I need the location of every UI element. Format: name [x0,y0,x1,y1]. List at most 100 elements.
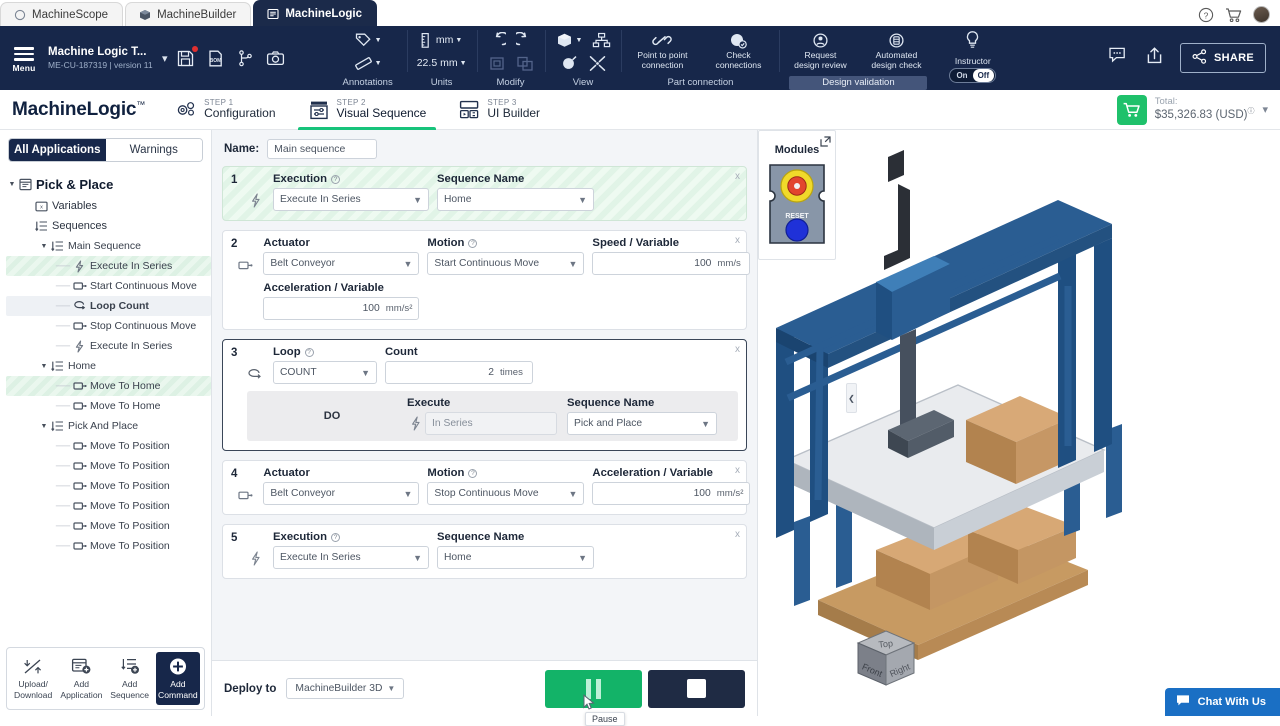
tree-item-pick-place[interactable]: ▼ Pick & Place [6,172,211,196]
help-icon[interactable]: ? [331,174,340,184]
field-select[interactable]: Belt Conveyor ▼ [263,482,420,505]
tree-item-execute-in-series[interactable]: ── Execute In Series [6,256,211,276]
toggle-on-label[interactable]: On [951,69,972,82]
field-select[interactable]: Execute In Series ▼ [273,188,429,211]
tree-item-execute-in-series[interactable]: ── Execute In Series [6,336,211,356]
help-icon[interactable]: ? [331,532,340,542]
tree-item-move-to-position[interactable]: ── Move To Position [6,516,211,536]
sidebar-tool-add-command[interactable]: Add Command [155,652,200,705]
panel-collapse-handle[interactable]: ❮ [846,383,857,413]
ungroup-icon[interactable] [516,52,534,74]
comment-icon[interactable] [1108,46,1129,70]
annotation-tag-icon[interactable]: ▼ [354,29,382,51]
field-select[interactable]: Start Continuous Move ▼ [427,252,585,275]
check-connections-button[interactable]: Check connections [707,32,769,71]
sidebar-tool-add-sequence[interactable]: Add Sequence [108,652,152,705]
bom-icon[interactable]: BOM [206,49,225,68]
tree-item-stop-continuous-move[interactable]: ── Stop Continuous Move [6,316,211,336]
tree-item-move-to-position[interactable]: ── Move To Position [6,496,211,516]
tab-step-visual-sequence[interactable]: STEP 2 Visual Sequence [292,90,443,130]
measure-ruler-icon[interactable]: ▼ [354,52,382,74]
tab-all-applications[interactable]: All Applications [9,139,106,161]
redo-icon[interactable] [515,29,535,51]
field-number-input[interactable]: 100 mm/s² [263,297,420,320]
project-info[interactable]: Machine Logic T... ME-CU-187319 | versio… [48,26,158,90]
chevron-down-icon[interactable]: ▼ [38,423,50,430]
tree-item-start-continuous-move[interactable]: ── Start Continuous Move [6,276,211,296]
chevron-down-icon[interactable]: ▼ [6,181,18,188]
chevron-down-icon[interactable]: ▾ [158,26,174,90]
user-avatar[interactable] [1253,6,1270,23]
command-block-execution[interactable]: x 5 Execution? Execute In Series ▼ Sequence N… [222,524,747,579]
field-select[interactable]: Home ▼ [437,188,594,211]
chat-with-us-button[interactable]: Chat With Us [1164,688,1280,716]
remove-block-button[interactable]: x [735,465,740,476]
command-block-actuator[interactable]: x 4 Actuator Belt Conveyor ▼ Motion? Stop Cont… [222,460,751,515]
tree-item-home[interactable]: ▼ Home [6,356,211,376]
tree-item-loop-count[interactable]: ── Loop Count [6,296,211,316]
tab-machinescope[interactable]: MachineScope [0,2,124,26]
command-block-actuator[interactable]: x 2 Actuator Belt Conveyor ▼ Motion? Start Con… [222,230,751,330]
expand-icon[interactable] [820,134,831,152]
field-select[interactable]: Stop Continuous Move ▼ [427,482,585,505]
tab-machinebuilder[interactable]: MachineBuilder [125,2,252,26]
field-number-input[interactable]: 2 times [385,361,533,384]
tree-item-move-to-position[interactable]: ── Move To Position [6,536,211,556]
tree-item-pick-and-place[interactable]: ▼ Pick And Place [6,416,211,436]
help-icon[interactable]: ? [468,468,478,478]
request-design-review-button[interactable]: Request design review [789,32,851,71]
help-icon[interactable]: ? [304,347,314,357]
sidebar-tool-add-application[interactable]: Add Application [59,652,103,705]
info-icon[interactable]: ⓘ [1247,108,1254,115]
remove-block-button[interactable]: x [735,235,740,246]
collapse-icon[interactable] [588,52,607,74]
hierarchy-icon[interactable] [592,29,611,51]
tree-item-sequences[interactable]: Sequences [6,216,211,236]
field-select[interactable]: COUNT ▼ [273,361,377,384]
explode-icon[interactable] [559,52,578,74]
tree-item-move-to-home[interactable]: ── Move To Home [6,396,211,416]
tree-item-main-sequence[interactable]: ▼ Main Sequence [6,236,211,256]
lightbulb-icon[interactable] [963,30,982,55]
share-button[interactable]: SHARE [1179,43,1266,73]
field-number-input[interactable]: 100 mm/s² [592,482,751,505]
undo-icon[interactable] [487,29,506,51]
field-select[interactable]: Belt Conveyor ▼ [263,252,420,275]
command-block-loop[interactable]: x 3 Loop? COUNT ▼ Count 2 times DO Execute In Seri… [222,339,747,451]
help-icon[interactable]: ? [468,238,478,248]
unit-secondary-button[interactable]: 22.5 mm ▼ [417,52,467,74]
sidebar-tool-upload-download[interactable]: Upload/Download [11,652,55,705]
menu-button[interactable]: Menu [0,26,48,90]
tree-item-move-to-home[interactable]: ── Move To Home [6,376,211,396]
remove-block-button[interactable]: x [735,344,740,355]
tab-machinelogic[interactable]: MachineLogic [253,0,378,26]
do-sequence-select[interactable]: Pick and Place ▼ [567,412,717,435]
deploy-target-select[interactable]: MachineBuilder 3D ▼ [286,678,405,699]
shopping-cart-icon[interactable] [1225,6,1242,23]
tree-item-move-to-position[interactable]: ── Move To Position [6,436,211,456]
chevron-down-icon[interactable]: ▼ [38,243,50,250]
stop-button[interactable] [648,669,745,708]
tree-item-move-to-position[interactable]: ── Move To Position [6,476,211,496]
branch-icon[interactable] [236,49,255,68]
tree-item-move-to-position[interactable]: ── Move To Position [6,456,211,476]
share-upload-icon[interactable] [1145,46,1164,70]
field-number-input[interactable]: 100 mm/s [592,252,751,275]
command-block-execution[interactable]: x 1 Execution? Execute In Series ▼ Sequence N… [222,166,747,221]
save-icon[interactable] [176,45,198,68]
estop-module[interactable]: RESET [767,162,827,251]
sequence-name-input[interactable]: Main sequence [267,139,378,159]
box-view-icon[interactable]: ▼ [555,29,582,51]
group-icon[interactable] [488,52,506,74]
tab-warnings[interactable]: Warnings [105,139,202,161]
field-select[interactable]: Execute In Series ▼ [273,546,429,569]
automated-design-check-button[interactable]: Automated design check [865,32,927,71]
help-circle-icon[interactable]: ? [1197,6,1214,23]
cart-total[interactable]: Total: $35,326.83 (USD)ⓘ ▾ [1116,94,1280,125]
tree-item-variables[interactable]: x Variables [6,196,211,216]
remove-block-button[interactable]: x [735,529,740,540]
point-to-point-connection-button[interactable]: Point to point connection [631,32,693,71]
field-select[interactable]: Home ▼ [437,546,594,569]
3d-viewport[interactable]: Modules RESET ❮ Top Front Right Chat Wit… [758,130,1280,716]
unit-primary-button[interactable]: mm ▼ [421,29,462,51]
